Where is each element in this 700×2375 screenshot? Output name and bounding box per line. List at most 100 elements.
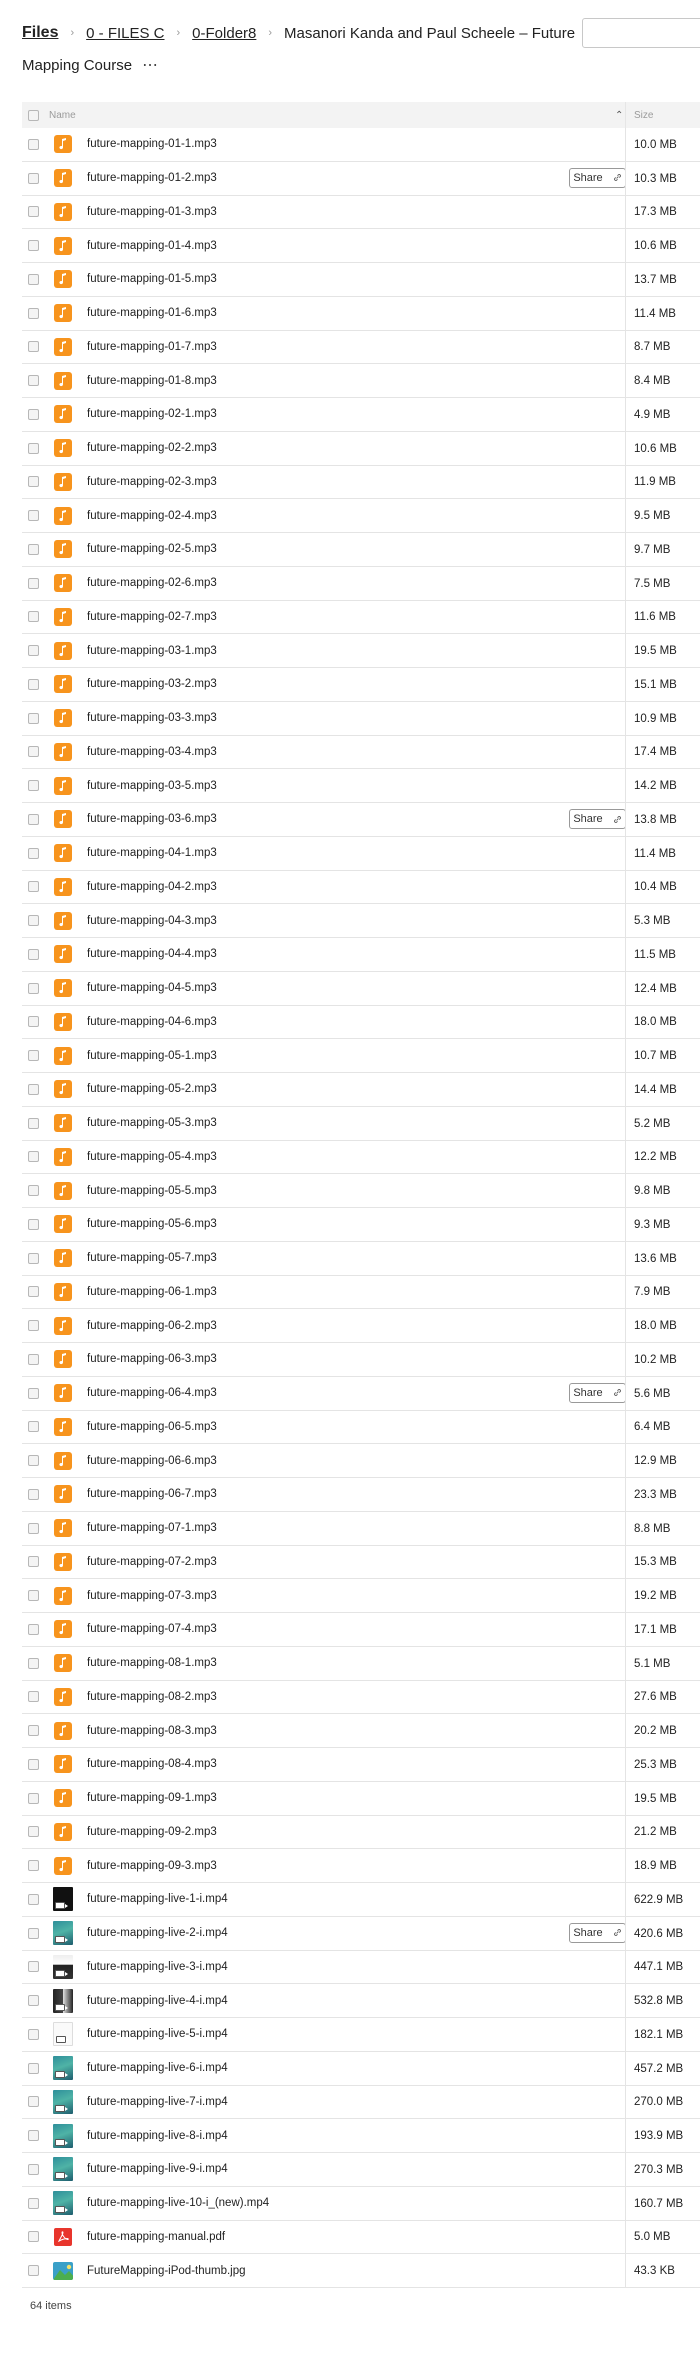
breadcrumb-folder8[interactable]: 0-Folder8 <box>192 25 256 42</box>
row-checkbox[interactable] <box>28 611 39 623</box>
breadcrumb-files[interactable]: Files <box>22 24 58 42</box>
table-row[interactable]: future-mapping-live-2-i.mp4 Share 420.6 MB <box>22 1916 700 1951</box>
row-checkbox[interactable] <box>28 1488 39 1500</box>
row-checkbox[interactable] <box>28 307 39 319</box>
file-name-link[interactable]: future-mapping-03-5.mp3 <box>87 780 700 792</box>
row-checkbox[interactable] <box>28 2096 39 2108</box>
table-row[interactable]: future-mapping-01-3.mp3 17.3 MB <box>22 195 700 230</box>
file-name-link[interactable]: future-mapping-live-10-i_(new).mp4 <box>87 2197 700 2209</box>
row-checkbox[interactable] <box>28 1961 39 1973</box>
row-checkbox[interactable] <box>28 1893 39 1905</box>
row-checkbox[interactable] <box>28 746 39 758</box>
file-name-link[interactable]: future-mapping-live-1-i.mp4 <box>87 1893 700 1905</box>
file-name-link[interactable]: future-mapping-live-9-i.mp4 <box>87 2163 700 2175</box>
row-checkbox[interactable] <box>28 1657 39 1669</box>
file-name-link[interactable]: future-mapping-06-3.mp3 <box>87 1353 700 1365</box>
table-row[interactable]: future-mapping-07-2.mp3 15.3 MB <box>22 1545 700 1580</box>
row-checkbox[interactable] <box>28 1151 39 1163</box>
file-name-link[interactable]: future-mapping-05-4.mp3 <box>87 1151 700 1163</box>
row-checkbox[interactable] <box>28 1252 39 1264</box>
table-row[interactable]: future-mapping-06-4.mp3 Share 5.6 MB <box>22 1376 700 1411</box>
row-checkbox[interactable] <box>28 442 39 454</box>
table-row[interactable]: future-mapping-05-5.mp3 9.8 MB <box>22 1174 700 1208</box>
file-name-link[interactable]: future-mapping-04-4.mp3 <box>87 948 700 960</box>
file-name-link[interactable]: future-mapping-07-1.mp3 <box>87 1522 700 1534</box>
file-name-link[interactable]: future-mapping-01-3.mp3 <box>87 206 700 218</box>
table-row[interactable]: future-mapping-01-8.mp3 8.4 MB <box>22 364 700 398</box>
table-row[interactable]: future-mapping-06-6.mp3 12.9 MB <box>22 1444 700 1478</box>
table-row[interactable]: future-mapping-04-4.mp3 11.5 MB <box>22 938 700 972</box>
file-name-link[interactable]: future-mapping-06-1.mp3 <box>87 1286 700 1298</box>
table-row[interactable]: future-mapping-08-2.mp3 27.6 MB <box>22 1680 700 1715</box>
table-row[interactable]: future-mapping-03-6.mp3 Share 13.8 MB <box>22 803 700 837</box>
table-row[interactable]: future-mapping-08-3.mp3 20.2 MB <box>22 1714 700 1748</box>
row-checkbox[interactable] <box>28 1860 39 1872</box>
row-checkbox[interactable] <box>28 1927 39 1939</box>
table-row[interactable]: FutureMapping-iPod-thumb.jpg 43.3 KB <box>22 2254 700 2288</box>
table-row[interactable]: future-mapping-live-6-i.mp4 457.2 MB <box>22 2051 700 2086</box>
row-checkbox[interactable] <box>28 1421 39 1433</box>
file-name-link[interactable]: future-mapping-06-5.mp3 <box>87 1421 700 1433</box>
select-all-checkbox[interactable] <box>28 109 39 121</box>
row-checkbox[interactable] <box>28 2163 39 2175</box>
row-checkbox[interactable] <box>28 138 39 150</box>
row-checkbox[interactable] <box>28 1758 39 1770</box>
file-name-link[interactable]: future-mapping-08-3.mp3 <box>87 1725 700 1737</box>
column-header-size[interactable]: Size <box>625 102 700 129</box>
row-checkbox[interactable] <box>28 1387 39 1399</box>
row-checkbox[interactable] <box>28 982 39 994</box>
row-checkbox[interactable] <box>28 1995 39 2007</box>
row-checkbox[interactable] <box>28 881 39 893</box>
table-row[interactable]: future-mapping-09-2.mp3 21.2 MB <box>22 1815 700 1850</box>
file-name-link[interactable]: future-mapping-05-1.mp3 <box>87 1050 700 1062</box>
file-name-link[interactable]: future-mapping-03-2.mp3 <box>87 678 700 690</box>
table-row[interactable]: future-mapping-01-5.mp3 13.7 MB <box>22 263 700 297</box>
file-name-link[interactable]: future-mapping-03-4.mp3 <box>87 746 700 758</box>
row-checkbox[interactable] <box>28 1691 39 1703</box>
row-checkbox[interactable] <box>28 206 39 218</box>
row-checkbox[interactable] <box>28 1353 39 1365</box>
row-checkbox[interactable] <box>28 1185 39 1197</box>
table-row[interactable]: future-mapping-05-4.mp3 12.2 MB <box>22 1140 700 1175</box>
row-checkbox[interactable] <box>28 1590 39 1602</box>
file-name-link[interactable]: future-mapping-02-7.mp3 <box>87 611 700 623</box>
table-row[interactable]: future-mapping-06-5.mp3 6.4 MB <box>22 1410 700 1445</box>
file-name-link[interactable]: future-mapping-07-2.mp3 <box>87 1556 700 1568</box>
table-row[interactable]: future-mapping-08-4.mp3 25.3 MB <box>22 1748 700 1782</box>
file-name-link[interactable]: future-mapping-09-2.mp3 <box>87 1826 700 1838</box>
file-name-link[interactable]: future-mapping-manual.pdf <box>87 2231 700 2243</box>
table-row[interactable]: future-mapping-01-4.mp3 10.6 MB <box>22 229 700 263</box>
file-name-link[interactable]: future-mapping-01-6.mp3 <box>87 307 700 319</box>
table-row[interactable]: future-mapping-07-4.mp3 17.1 MB <box>22 1613 700 1647</box>
table-row[interactable]: future-mapping-06-2.mp3 18.0 MB <box>22 1309 700 1343</box>
breadcrumb-files-c[interactable]: 0 - FILES C <box>86 25 164 42</box>
table-row[interactable]: future-mapping-03-3.mp3 10.9 MB <box>22 701 700 736</box>
row-checkbox[interactable] <box>28 476 39 488</box>
file-name-link[interactable]: future-mapping-live-4-i.mp4 <box>87 1995 700 2007</box>
file-name-link[interactable]: future-mapping-03-1.mp3 <box>87 645 700 657</box>
table-row[interactable]: future-mapping-04-1.mp3 11.4 MB <box>22 836 700 871</box>
table-row[interactable]: future-mapping-01-1.mp3 10.0 MB <box>22 128 700 162</box>
row-checkbox[interactable] <box>28 1083 39 1095</box>
file-name-link[interactable]: future-mapping-01-1.mp3 <box>87 138 700 150</box>
file-name-link[interactable]: future-mapping-07-3.mp3 <box>87 1590 700 1602</box>
table-row[interactable]: future-mapping-live-5-i.mp4 182.1 MB <box>22 2018 700 2052</box>
table-row[interactable]: future-mapping-03-5.mp3 14.2 MB <box>22 769 700 803</box>
table-row[interactable]: future-mapping-06-7.mp3 23.3 MB <box>22 1478 700 1512</box>
row-checkbox[interactable] <box>28 678 39 690</box>
table-row[interactable]: future-mapping-09-1.mp3 19.5 MB <box>22 1781 700 1816</box>
row-checkbox[interactable] <box>28 341 39 353</box>
table-row[interactable]: future-mapping-05-6.mp3 9.3 MB <box>22 1208 700 1242</box>
file-name-link[interactable]: future-mapping-live-7-i.mp4 <box>87 2096 700 2108</box>
file-name-link[interactable]: future-mapping-02-6.mp3 <box>87 577 700 589</box>
file-name-link[interactable]: future-mapping-04-1.mp3 <box>87 847 700 859</box>
row-checkbox[interactable] <box>28 1522 39 1534</box>
row-checkbox[interactable] <box>28 1826 39 1838</box>
file-name-link[interactable]: future-mapping-live-8-i.mp4 <box>87 2130 700 2142</box>
table-row[interactable]: future-mapping-09-3.mp3 18.9 MB <box>22 1849 700 1883</box>
table-row[interactable]: future-mapping-02-4.mp3 9.5 MB <box>22 499 700 533</box>
file-name-link[interactable]: future-mapping-08-1.mp3 <box>87 1657 700 1669</box>
row-checkbox[interactable] <box>28 1455 39 1467</box>
table-row[interactable]: future-mapping-03-1.mp3 19.5 MB <box>22 634 700 668</box>
file-name-link[interactable]: future-mapping-08-2.mp3 <box>87 1691 700 1703</box>
